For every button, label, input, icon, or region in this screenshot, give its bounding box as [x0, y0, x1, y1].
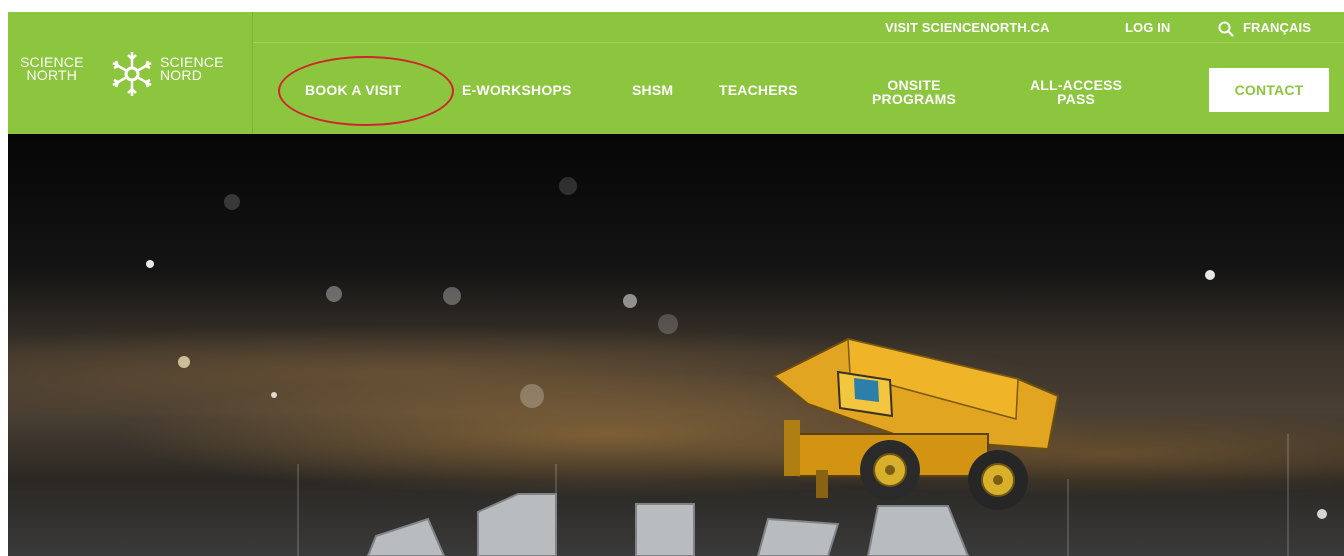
nav-pass-line2: PASS	[1057, 91, 1096, 107]
nav-e-workshops[interactable]: E-WORKSHOPS	[462, 83, 572, 97]
nav-onsite-line1: ONSITE	[887, 77, 941, 93]
nav-pass-line1: ALL-ACCESS	[1030, 77, 1123, 93]
contact-button[interactable]: CONTACT	[1209, 68, 1329, 112]
search-icon[interactable]	[1218, 21, 1234, 37]
nav-all-access-pass[interactable]: ALL-ACCESS PASS	[1030, 78, 1122, 106]
logo-link[interactable]: SCIENCE NORTH SCIENCE NORD	[8, 12, 253, 134]
logo-text-nord: NORD	[160, 67, 203, 83]
nav-onsite-line2: PROGRAMS	[872, 91, 957, 107]
hero-banner	[8, 134, 1344, 556]
visit-sciencenorth-link[interactable]: VISIT SCIENCENORTH.CA	[885, 20, 1050, 35]
language-toggle-link[interactable]: FRANÇAIS	[1243, 20, 1311, 35]
utility-bar: VISIT SCIENCENORTH.CA LOG IN FRANÇAIS	[253, 12, 1344, 43]
nav-shsm[interactable]: SHSM	[632, 83, 673, 97]
site-header: SCIENCE NORTH SCIENCE NORD VISIT SCIENCE…	[8, 12, 1344, 134]
snowflake-logo-icon	[112, 52, 152, 96]
log-in-link[interactable]: LOG IN	[1125, 20, 1170, 35]
hero-image	[146, 177, 1327, 556]
nav-book-a-visit[interactable]: BOOK A VISIT	[305, 83, 401, 97]
nav-teachers[interactable]: TEACHERS	[719, 83, 798, 97]
logo-text-english: SCIENCE NORTH	[20, 55, 84, 83]
logo-text-north: NORTH	[26, 67, 78, 83]
nav-onsite-programs[interactable]: ONSITE PROGRAMS	[872, 78, 956, 106]
logo-text-french: SCIENCE NORD	[160, 55, 224, 83]
